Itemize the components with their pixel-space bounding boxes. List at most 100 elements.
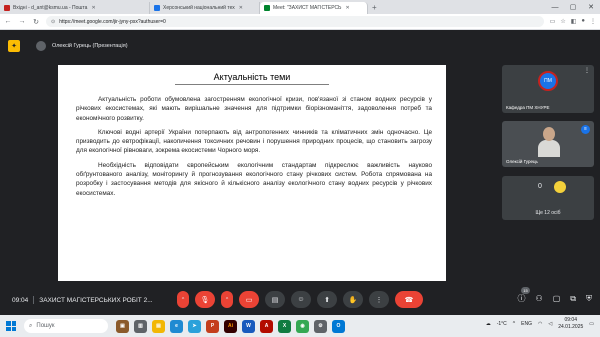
participant-name: Кафедра ПМ ХНУРЕ bbox=[506, 105, 550, 110]
present-screen-button[interactable]: ⬆ bbox=[317, 291, 337, 308]
windows-taskbar: ⌕ Пошук ▣ ▥ ▤ e ➤ P Ai W A X ◉ ⚙ O ☁ -1°… bbox=[0, 315, 600, 337]
video-settings-chevron-icon[interactable]: ^ bbox=[221, 291, 233, 308]
presentation-slide: Актуальність теми Актуальність роботи об… bbox=[58, 65, 446, 281]
slide-paragraph: Актуальність роботи обумовлена загострен… bbox=[76, 96, 432, 122]
people-icon[interactable]: ⚇ bbox=[536, 294, 543, 303]
camera-off-button[interactable]: ▭ bbox=[239, 291, 259, 308]
screen: Вхідні - d_ant@ksmu.ua - Пошта ✕ Херсонс… bbox=[0, 0, 600, 337]
participant-tile-department[interactable]: ⋮ ПМ Кафедра ПМ ХНУРЕ bbox=[502, 65, 594, 113]
acrobat-icon[interactable]: A bbox=[260, 319, 273, 333]
more-options-icon[interactable]: ⋮ bbox=[584, 67, 590, 74]
slide-body: Актуальність роботи обумовлена загострен… bbox=[76, 95, 432, 203]
more-options-button[interactable]: ⋮ bbox=[369, 291, 389, 308]
raise-hand-button[interactable]: ✋ bbox=[343, 291, 363, 308]
new-tab-button[interactable]: + bbox=[368, 2, 381, 14]
taskbar-search[interactable]: ⌕ Пошук bbox=[24, 319, 108, 333]
weather-icon[interactable]: ☁ bbox=[486, 321, 491, 327]
site-info-icon[interactable]: ⊙ bbox=[51, 19, 55, 25]
clock-date: 24.01.2025 bbox=[558, 324, 584, 330]
chrome-icon[interactable]: ◉ bbox=[296, 319, 309, 333]
close-window-icon[interactable]: ✕ bbox=[582, 3, 600, 11]
settings-icon[interactable]: ⚙ bbox=[314, 319, 327, 333]
leave-call-button[interactable]: ☎ bbox=[395, 291, 423, 308]
address-bar: ← → ↻ ⊙ https://meet.google.com/jir-jyny… bbox=[0, 14, 600, 30]
activities-icon[interactable]: ⧉ bbox=[570, 294, 576, 304]
toolbar-icons: ▭ ☆ ◧ ● ⋮ bbox=[550, 18, 596, 25]
slide-title: Актуальність теми bbox=[175, 70, 329, 85]
participant-video bbox=[538, 127, 560, 157]
task-view-icon[interactable]: ▥ bbox=[134, 319, 147, 333]
photo-app-icon[interactable]: ▣ bbox=[116, 319, 129, 333]
meet-stage: ✦ Олексій Гурець (Презентація) Актуальні… bbox=[0, 31, 600, 314]
others-label: Ще 12 осіб bbox=[535, 210, 561, 216]
clock-time: 09:04 bbox=[564, 317, 577, 323]
powerpoint-icon[interactable]: P bbox=[206, 319, 219, 333]
outlook-icon[interactable]: O bbox=[332, 319, 345, 333]
reload-icon[interactable]: ↻ bbox=[32, 18, 40, 26]
meeting-title: ЗАХИСТ МАГІСТЕРСЬКИХ РОБІТ 2... bbox=[39, 296, 153, 304]
minimize-icon[interactable]: — bbox=[546, 4, 564, 11]
maximize-icon[interactable]: ▢ bbox=[564, 3, 582, 11]
avatar bbox=[36, 41, 46, 51]
back-icon[interactable]: ← bbox=[4, 18, 12, 25]
slide-paragraph: Ключові водні артерії України потерпають… bbox=[76, 128, 432, 155]
participant-name: Олексій Гурець bbox=[506, 159, 538, 164]
tab-title: Meet: "ЗАХИСТ МАГІСТЕРСЬ bbox=[273, 5, 342, 11]
excel-icon[interactable]: X bbox=[278, 319, 291, 333]
profile-icon[interactable]: ● bbox=[581, 18, 585, 25]
search-placeholder: Пошук bbox=[36, 323, 55, 329]
illustrator-icon[interactable]: Ai bbox=[224, 319, 237, 333]
language-indicator[interactable]: ENG bbox=[521, 321, 532, 327]
participant-tile-others[interactable]: 0 Ще 12 осіб bbox=[502, 176, 594, 220]
extensions-icon[interactable]: ◧ bbox=[571, 18, 577, 25]
others-count: 0 bbox=[538, 183, 542, 190]
taskbar-apps: ▣ ▥ ▤ e ➤ P Ai W A X ◉ ⚙ O bbox=[116, 319, 345, 333]
close-icon[interactable]: ✕ bbox=[91, 5, 95, 11]
notifications-icon[interactable]: ▭ bbox=[589, 321, 594, 327]
participant-tile-presenter[interactable]: ≡ Олексій Гурець bbox=[502, 121, 594, 167]
taskbar-clock[interactable]: 09:04 24.01.2025 bbox=[558, 317, 583, 331]
tab-title: Вхідні - d_ant@ksmu.ua - Пошта bbox=[13, 5, 88, 11]
presenter-label: Олексій Гурець (Презентація) bbox=[52, 43, 128, 49]
speaking-indicator-icon: ≡ bbox=[581, 125, 590, 134]
tab-meet[interactable]: Meet: "ЗАХИСТ МАГІСТЕРСЬ ✕ bbox=[260, 2, 368, 14]
window-controls: — ▢ ✕ bbox=[546, 0, 600, 14]
tray-overflow-icon[interactable]: ^ bbox=[513, 321, 515, 327]
edge-icon[interactable]: e bbox=[170, 319, 183, 333]
captions-button[interactable]: ▤ bbox=[265, 291, 285, 308]
file-explorer-icon[interactable]: ▤ bbox=[152, 319, 165, 333]
meeting-time: 09:04 bbox=[12, 296, 29, 304]
meet-control-bar: 09:04 ЗАХИСТ МАГІСТЕРСЬКИХ РОБІТ 2... ^ … bbox=[0, 287, 600, 313]
system-tray: ☁ -1°C ^ ENG ◠ ◁ 09:04 24.01.2025 ▭ bbox=[486, 317, 594, 331]
site-icon bbox=[154, 5, 160, 11]
bookmark-star-icon[interactable]: ☆ bbox=[560, 18, 565, 25]
activity-badge-icon[interactable]: ✦ bbox=[8, 40, 20, 52]
emoji-reaction-button[interactable]: ☺ bbox=[291, 291, 311, 308]
camera-permission-icon[interactable]: ▭ bbox=[550, 18, 556, 25]
host-controls-icon[interactable]: ⛨ bbox=[586, 294, 592, 304]
forward-icon[interactable]: → bbox=[18, 18, 26, 25]
mic-off-button[interactable]: 🎙︎ bbox=[195, 291, 215, 308]
telegram-icon[interactable]: ➤ bbox=[188, 319, 201, 333]
volume-icon[interactable]: ◁ bbox=[548, 321, 552, 327]
divider bbox=[33, 296, 35, 304]
chat-icon[interactable]: ▢ bbox=[553, 294, 561, 303]
close-icon[interactable]: ✕ bbox=[345, 5, 349, 11]
tab-university[interactable]: Херсонський національний тех ✕ bbox=[150, 2, 260, 14]
avatar bbox=[554, 181, 566, 193]
info-icon[interactable]: ⓘ bbox=[518, 293, 526, 304]
tab-title: Херсонський національний тех bbox=[163, 5, 235, 11]
windows-start-icon[interactable] bbox=[6, 321, 16, 331]
word-icon[interactable]: W bbox=[242, 319, 255, 333]
side-panel-controls: ⓘ ⚇ ▢ ⧉ ⛨ bbox=[518, 293, 592, 304]
wifi-icon[interactable]: ◠ bbox=[538, 321, 542, 327]
url-text: https://meet.google.com/jir-jyny-psx?aut… bbox=[59, 18, 166, 25]
audio-settings-chevron-icon[interactable]: ^ bbox=[177, 291, 189, 308]
presenter-header: ✦ Олексій Гурець (Презентація) bbox=[8, 39, 128, 53]
slide-paragraph: Необхідність відповідати європейським ек… bbox=[76, 161, 432, 197]
department-logo: ПМ bbox=[538, 71, 558, 91]
url-field[interactable]: ⊙ https://meet.google.com/jir-jyny-psx?a… bbox=[46, 16, 544, 27]
menu-kebab-icon[interactable]: ⋮ bbox=[590, 18, 596, 25]
close-icon[interactable]: ✕ bbox=[239, 5, 243, 11]
tab-mail[interactable]: Вхідні - d_ant@ksmu.ua - Пошта ✕ bbox=[0, 2, 150, 14]
